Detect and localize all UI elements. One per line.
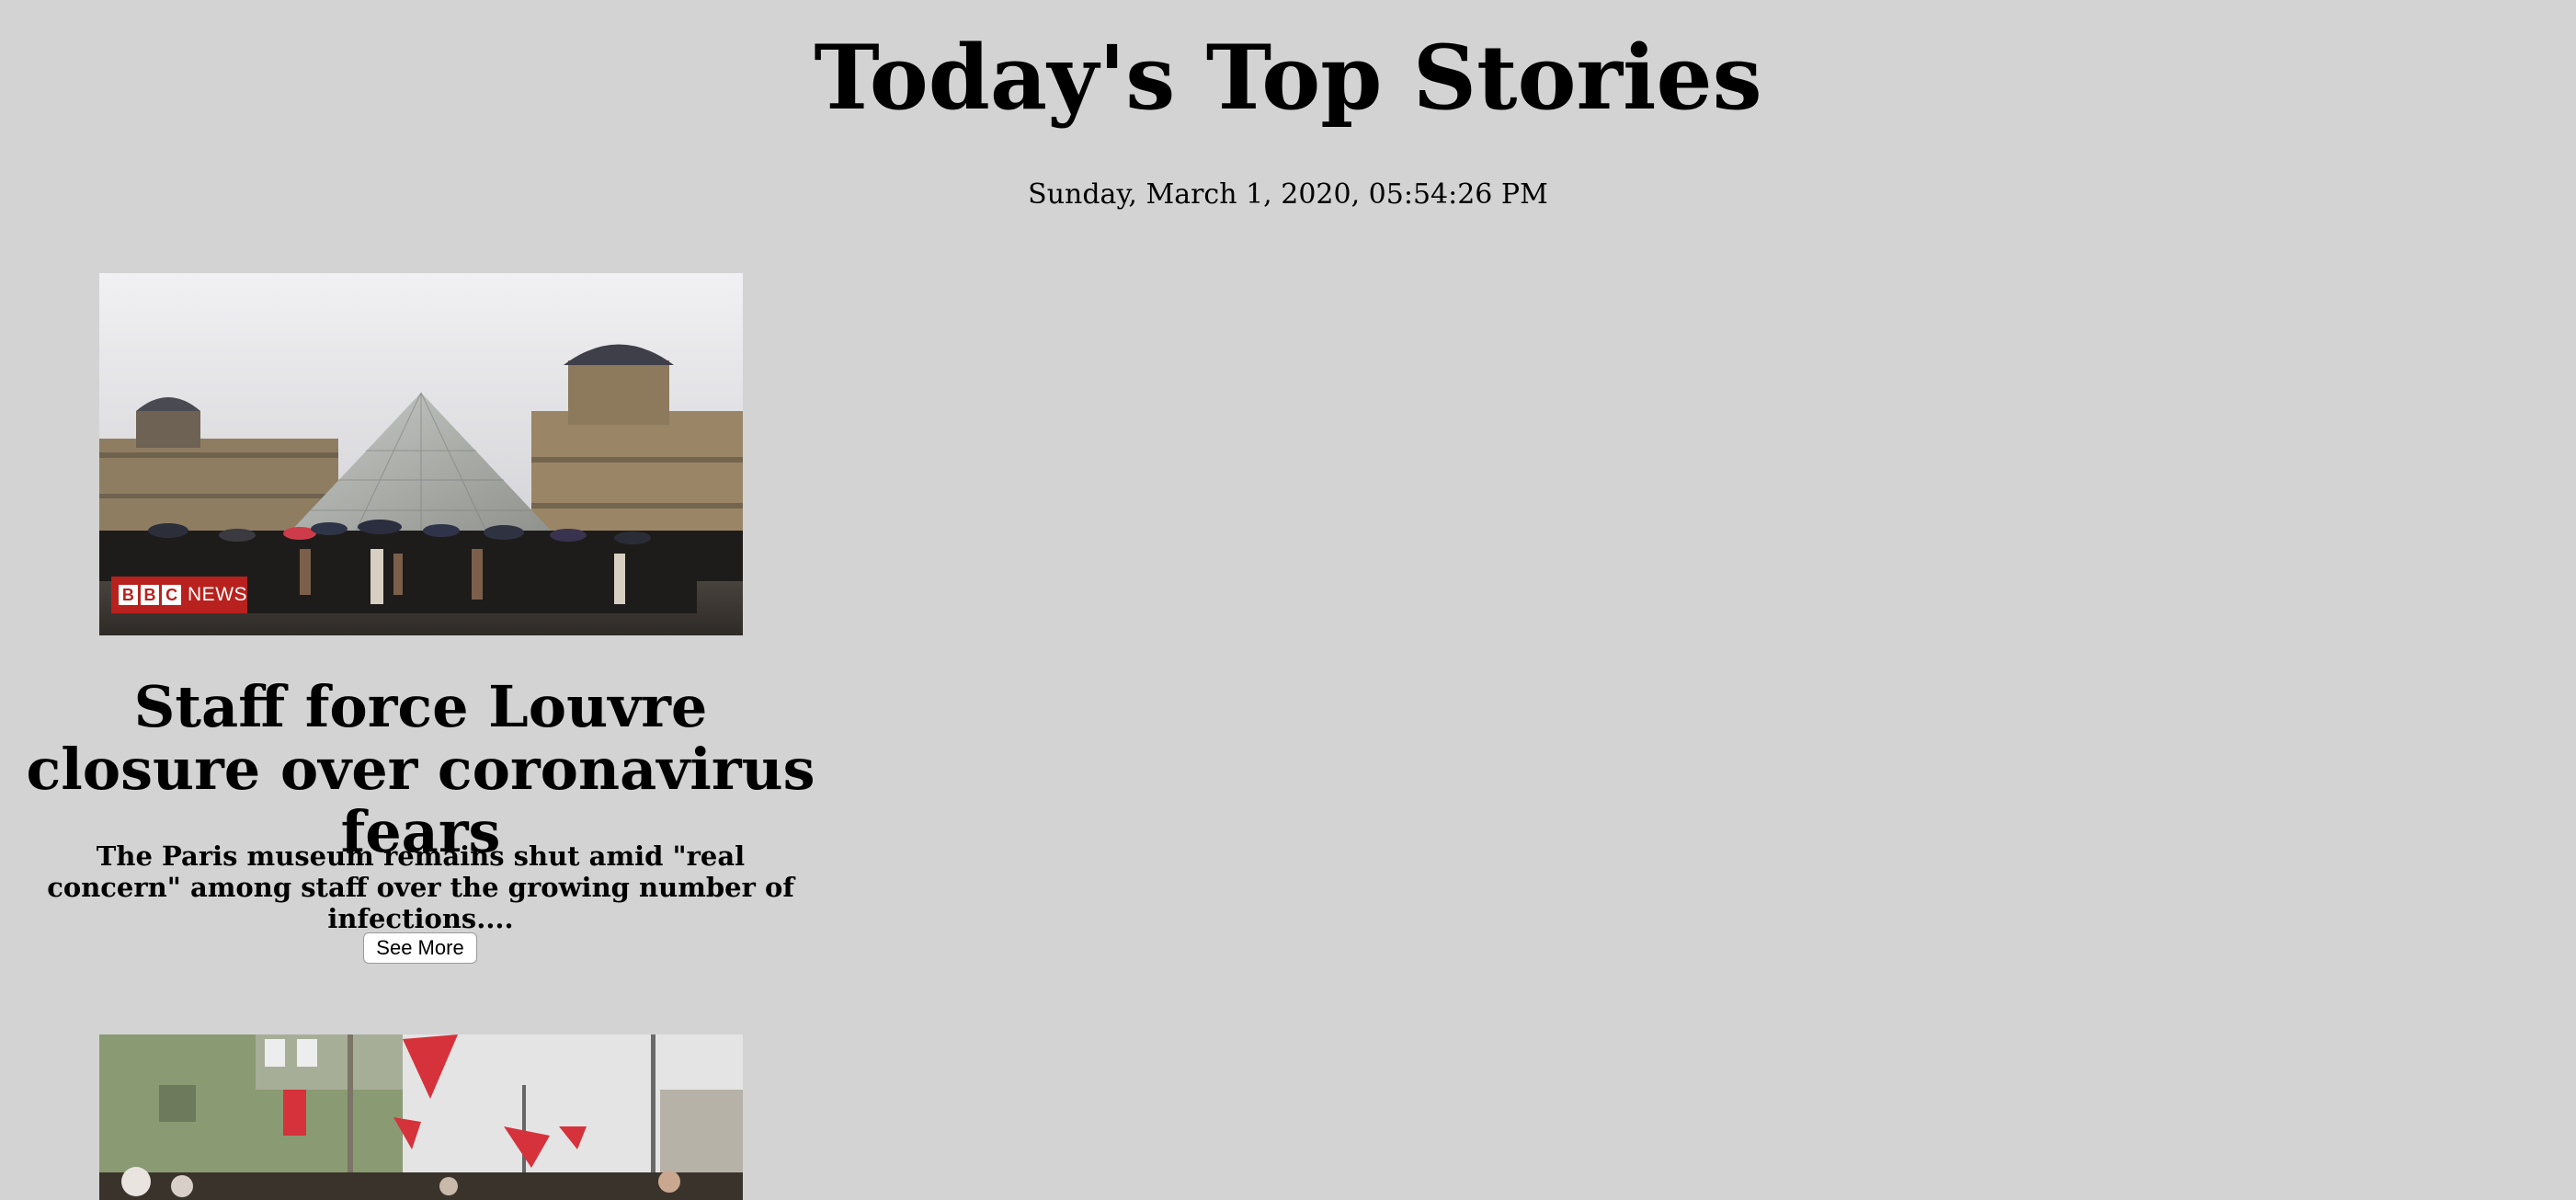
page: { "header": { "title": "Today's Top Stor… <box>0 0 2576 1200</box>
story-card <box>0 1034 841 1200</box>
story-image: B B C NEWS <box>99 273 743 635</box>
bbc-news-logo: B B C NEWS <box>111 577 247 613</box>
bbc-letter: C <box>162 585 182 605</box>
crowd-flags-photo <box>99 1034 743 1200</box>
story-summary: The Paris museum remains shut amid "real… <box>47 840 794 934</box>
page-title: Today's Top Stories <box>814 26 1762 130</box>
bbc-letter: B <box>119 585 138 605</box>
bbc-news-label: NEWS <box>188 584 248 605</box>
current-datetime: Sunday, March 1, 2020, 05:54:26 PM <box>1028 178 1548 211</box>
see-more-button[interactable]: See More <box>363 932 477 964</box>
story-headline: Staff force Louvre closure over coronavi… <box>26 673 815 865</box>
story-image <box>99 1034 743 1200</box>
bbc-letter: B <box>140 585 160 605</box>
story-card: B B C NEWS Staff force Louvre closure ov… <box>0 273 841 964</box>
